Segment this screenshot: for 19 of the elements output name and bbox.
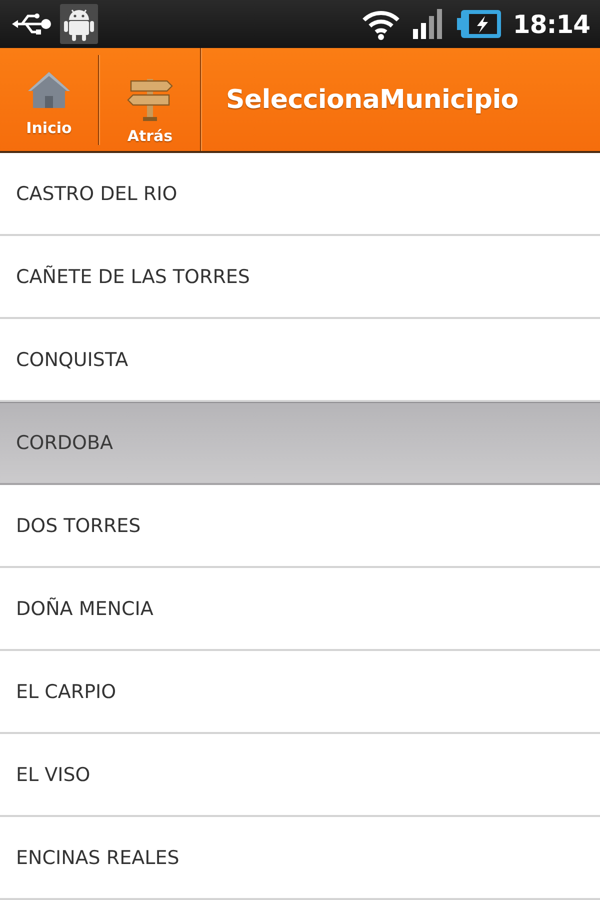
list-item-label: CASTRO DEL RIO bbox=[16, 183, 178, 205]
list-item-label: DOÑA MENCIA bbox=[16, 598, 154, 620]
usb-icon bbox=[12, 13, 52, 35]
battery-charging-icon bbox=[456, 10, 501, 38]
list-item-label: CAÑETE DE LAS TORRES bbox=[16, 266, 250, 288]
list-item-label: CORDOBA bbox=[16, 432, 114, 454]
signpost-icon bbox=[127, 77, 173, 121]
list-item-label: CONQUISTA bbox=[16, 349, 128, 371]
list-item-label: EL VISO bbox=[16, 764, 90, 786]
status-time: 18:14 bbox=[512, 10, 590, 38]
list-item[interactable]: CORDOBA bbox=[0, 402, 600, 485]
wifi-icon bbox=[360, 8, 401, 40]
android-icon bbox=[60, 4, 98, 44]
screen-title: SeleccionaMunicipio bbox=[226, 84, 518, 114]
list-item-label: EL CARPIO bbox=[16, 681, 116, 703]
home-icon bbox=[27, 71, 71, 109]
signal-icon bbox=[412, 9, 445, 39]
list-item-label: DOS TORRES bbox=[16, 515, 141, 537]
list-item-label: ENCINAS REALES bbox=[16, 847, 180, 869]
